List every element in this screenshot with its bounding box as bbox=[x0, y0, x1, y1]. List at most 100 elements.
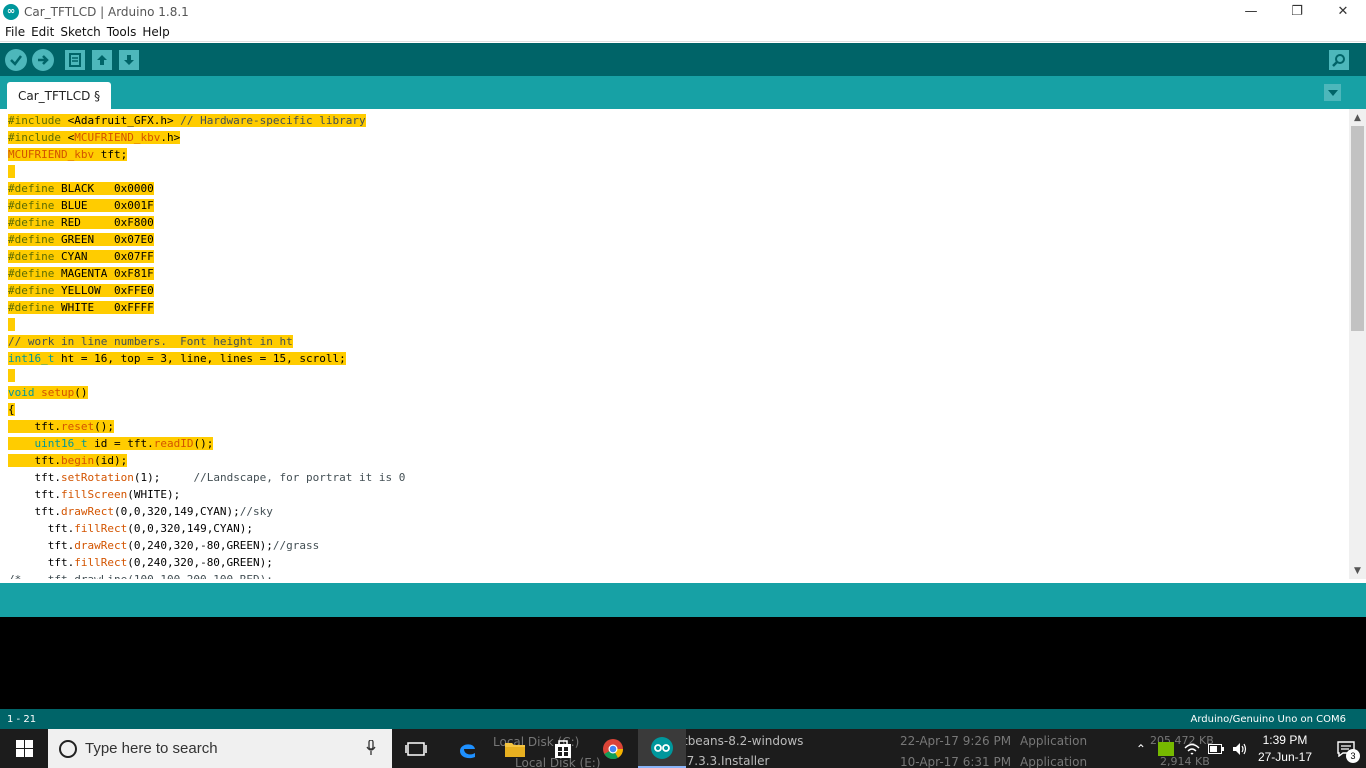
file-explorer-button[interactable] bbox=[491, 729, 539, 768]
code-line[interactable]: #define BLUE 0x001F bbox=[8, 197, 405, 214]
code-line[interactable]: #include <MCUFRIEND_kbv.h> bbox=[8, 129, 405, 146]
code-line[interactable]: tft.fillScreen(WHITE); bbox=[8, 486, 405, 503]
task-view-button[interactable] bbox=[392, 729, 440, 768]
scrollbar-thumb[interactable] bbox=[1351, 126, 1364, 331]
start-button[interactable] bbox=[0, 729, 48, 768]
nvidia-icon[interactable] bbox=[1157, 741, 1174, 756]
microphone-icon[interactable] bbox=[366, 740, 376, 756]
code-line-text: { bbox=[8, 403, 15, 416]
minimize-button[interactable]: — bbox=[1228, 0, 1274, 23]
restore-button[interactable]: ❐ bbox=[1274, 0, 1320, 23]
code-line[interactable] bbox=[8, 367, 405, 384]
chevron-up-icon[interactable]: ⌃ bbox=[1136, 742, 1146, 756]
code-line[interactable]: // work in line numbers. Font height in … bbox=[8, 333, 405, 350]
code-line[interactable]: tft.reset(); bbox=[8, 418, 405, 435]
status-bar: 1 - 21 Arduino/Genuino Uno on COM6 bbox=[0, 709, 1366, 729]
chrome-button[interactable] bbox=[589, 729, 637, 768]
arduino-taskbar-button[interactable] bbox=[638, 729, 686, 768]
code-line-text: #define WHITE 0xFFFF bbox=[8, 301, 154, 314]
code-line-text: #define BLACK 0x0000 bbox=[8, 182, 154, 195]
open-icon bbox=[97, 55, 107, 65]
folder-icon bbox=[505, 742, 525, 757]
arduino-icon bbox=[651, 736, 673, 759]
scroll-up-icon[interactable]: ▲ bbox=[1349, 110, 1366, 125]
code-line-text: tft.fillRect(0,240,320,-80,GREEN); bbox=[8, 556, 273, 569]
upload-icon bbox=[38, 55, 49, 65]
tab-bar: Car_TFTLCD § bbox=[0, 76, 1366, 109]
close-button[interactable]: ✕ bbox=[1320, 0, 1366, 23]
menu-sketch[interactable]: Sketch bbox=[60, 25, 100, 39]
verify-button[interactable] bbox=[5, 49, 27, 71]
chrome-icon bbox=[603, 738, 624, 759]
code-line-text: #define RED 0xF800 bbox=[8, 216, 154, 229]
code-line[interactable]: #include <Adafruit_GFX.h> // Hardware-sp… bbox=[8, 112, 405, 129]
chevron-down-icon bbox=[1327, 89, 1338, 96]
ghost-row1-type: Application bbox=[1020, 734, 1088, 748]
open-button[interactable] bbox=[92, 50, 112, 70]
wifi-icon[interactable] bbox=[1184, 742, 1200, 756]
code-line[interactable]: uint16_t id = tft.readID(); bbox=[8, 435, 405, 452]
system-tray: ⌃ 1:39 PM 27-Jun-17 3 bbox=[1136, 729, 1366, 768]
code-line[interactable]: void setup() bbox=[8, 384, 405, 401]
window-controls: — ❐ ✕ bbox=[1228, 0, 1366, 23]
serial-monitor-button[interactable] bbox=[1329, 50, 1349, 70]
editor-scrollbar[interactable]: ▲ ▼ bbox=[1349, 109, 1366, 579]
code-line[interactable]: tft.begin(id); bbox=[8, 452, 405, 469]
code-editor[interactable]: #include <Adafruit_GFX.h> // Hardware-sp… bbox=[0, 109, 1349, 579]
code-line-text: #include <MCUFRIEND_kbv.h> bbox=[8, 131, 181, 144]
code-line[interactable]: #define GREEN 0x07E0 bbox=[8, 231, 405, 248]
code-line[interactable]: #define BLACK 0x0000 bbox=[8, 180, 405, 197]
code-line-text: void setup() bbox=[8, 386, 88, 399]
menu-edit[interactable]: Edit bbox=[31, 25, 54, 39]
tab-menu-button[interactable] bbox=[1324, 84, 1341, 101]
search-placeholder: Type here to search bbox=[85, 740, 218, 757]
code-line[interactable]: #define WHITE 0xFFFF bbox=[8, 299, 405, 316]
code-line[interactable]: tft.fillRect(0,0,320,149,CYAN); bbox=[8, 520, 405, 537]
menu-file[interactable]: File bbox=[5, 25, 25, 39]
code-line[interactable]: tft.fillRect(0,240,320,-80,GREEN); bbox=[8, 554, 405, 571]
code-area[interactable]: #include <Adafruit_GFX.h> // Hardware-sp… bbox=[8, 112, 405, 579]
code-line[interactable]: #define RED 0xF800 bbox=[8, 214, 405, 231]
console-output bbox=[0, 617, 1366, 709]
code-line[interactable]: /* tft.drawLine(100,100,200,100,RED); bbox=[8, 571, 405, 579]
scroll-down-icon[interactable]: ▼ bbox=[1349, 563, 1366, 578]
code-line[interactable]: tft.setRotation(1); //Landscape, for por… bbox=[8, 469, 405, 486]
code-line-text: #define CYAN 0x07FF bbox=[8, 250, 154, 263]
code-line-text: tft.drawRect(0,0,320,149,CYAN);//sky bbox=[8, 505, 273, 518]
code-line-text: #define MAGENTA 0xF81F bbox=[8, 267, 154, 280]
clock[interactable]: 1:39 PM 27-Jun-17 bbox=[1258, 732, 1312, 766]
action-center-button[interactable]: 3 bbox=[1326, 729, 1366, 768]
code-line-text: tft.drawRect(0,240,320,-80,GREEN);//gras… bbox=[8, 539, 320, 552]
code-line[interactable] bbox=[8, 316, 405, 333]
code-line[interactable]: tft.drawRect(0,0,320,149,CYAN);//sky bbox=[8, 503, 405, 520]
clock-time: 1:39 PM bbox=[1262, 732, 1308, 747]
save-button[interactable] bbox=[119, 50, 139, 70]
taskbar: Type here to search Local Disk (C:) Loca… bbox=[0, 729, 1366, 768]
store-button[interactable] bbox=[539, 729, 587, 768]
code-line[interactable]: int16_t ht = 16, top = 3, line, lines = … bbox=[8, 350, 405, 367]
volume-icon[interactable] bbox=[1232, 742, 1248, 756]
taskbar-search[interactable]: Type here to search bbox=[48, 729, 392, 768]
code-line-text: #define YELLOW 0xFFE0 bbox=[8, 284, 154, 297]
code-line[interactable]: #define CYAN 0x07FF bbox=[8, 248, 405, 265]
tab-car-tftlcd[interactable]: Car_TFTLCD § bbox=[7, 82, 112, 109]
new-button[interactable] bbox=[65, 50, 85, 70]
code-line[interactable]: #define YELLOW 0xFFE0 bbox=[8, 282, 405, 299]
code-line[interactable]: #define MAGENTA 0xF81F bbox=[8, 265, 405, 282]
code-line[interactable] bbox=[8, 163, 405, 180]
code-line[interactable]: { bbox=[8, 401, 405, 418]
battery-icon[interactable] bbox=[1207, 743, 1224, 754]
code-line-text: #define BLUE 0x001F bbox=[8, 199, 154, 212]
code-line-text: tft.fillRect(0,0,320,149,CYAN); bbox=[8, 522, 254, 535]
message-bar bbox=[0, 583, 1366, 617]
ghost-row2-type: Application bbox=[1020, 755, 1088, 768]
menu-tools[interactable]: Tools bbox=[107, 25, 137, 39]
edge-icon bbox=[460, 743, 475, 758]
ghost-row1-item: netbeans-8.2-windows bbox=[668, 734, 804, 748]
code-line[interactable]: MCUFRIEND_kbv tft; bbox=[8, 146, 405, 163]
upload-button[interactable] bbox=[32, 49, 54, 71]
edge-button[interactable] bbox=[443, 729, 491, 768]
menu-help[interactable]: Help bbox=[142, 25, 169, 39]
code-line[interactable]: tft.drawRect(0,240,320,-80,GREEN);//gras… bbox=[8, 537, 405, 554]
notification-count: 3 bbox=[1346, 749, 1360, 763]
